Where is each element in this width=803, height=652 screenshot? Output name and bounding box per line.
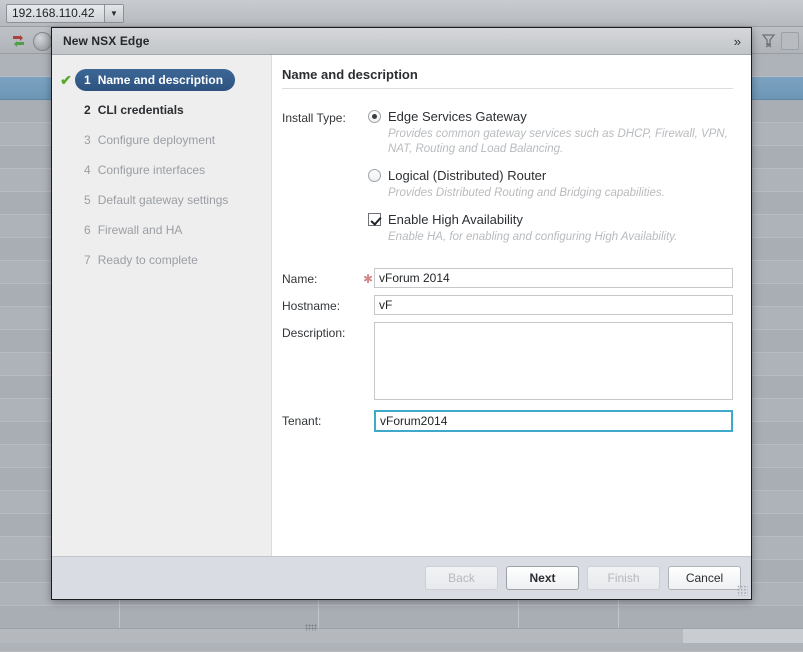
dialog-title: New NSX Edge [63, 34, 731, 48]
step-number: 1 [84, 73, 91, 87]
radio-label: Edge Services Gateway [388, 109, 527, 124]
identity-fields: Name: ✱ Hostname: Description: Tenant: [282, 268, 733, 432]
wizard-content-pane: Name and description Install Type: Edge … [272, 55, 751, 556]
high-availability-description: Enable HA, for enabling and configuring … [388, 230, 733, 245]
sidebar-step-cli-credentials[interactable]: 2 CLI credentials [52, 95, 271, 125]
host-select[interactable]: 192.168.110.42 ▼ [6, 4, 124, 23]
back-button[interactable]: Back [425, 566, 498, 590]
chevron-down-icon[interactable]: ▼ [104, 5, 123, 22]
name-row: Name: ✱ [282, 268, 733, 288]
name-label: Name: [282, 268, 362, 286]
new-nsx-edge-dialog: New NSX Edge » ✔ 1 Name and description … [51, 27, 752, 600]
next-button[interactable]: Next [506, 566, 579, 590]
edge-services-gateway-description: Provides common gateway services such as… [388, 127, 733, 157]
radio-selected-icon[interactable] [368, 110, 381, 123]
cancel-button[interactable]: Cancel [668, 566, 741, 590]
dialog-resize-grip[interactable] [737, 585, 748, 596]
tenant-input[interactable] [374, 410, 733, 432]
page-title: Name and description [282, 67, 733, 88]
install-type-options: Edge Services Gateway Provides common ga… [368, 109, 733, 256]
background-drag-grip[interactable] [305, 624, 317, 631]
step-label: Ready to complete [98, 253, 198, 267]
hostname-row: Hostname: [282, 295, 733, 315]
name-input[interactable] [374, 268, 733, 288]
checkbox-enable-high-availability[interactable]: Enable High Availability [368, 212, 733, 227]
hostname-input[interactable] [374, 295, 733, 315]
description-textarea[interactable] [374, 322, 733, 400]
step-label: Firewall and HA [98, 223, 183, 237]
step-number: 4 [84, 163, 91, 177]
checkbox-checked-icon[interactable] [368, 213, 381, 226]
checkbox-label: Enable High Availability [388, 212, 523, 227]
spacer [362, 295, 374, 299]
spacer [362, 410, 374, 414]
panel-icon[interactable] [781, 32, 799, 50]
sidebar-step-name-and-description[interactable]: ✔ 1 Name and description [52, 65, 271, 95]
step-label: Configure interfaces [98, 163, 205, 177]
step-number: 6 [84, 223, 91, 237]
expand-chevrons-icon[interactable]: » [731, 33, 743, 50]
step-label: Name and description [98, 73, 223, 87]
dialog-titlebar: New NSX Edge » [52, 28, 751, 55]
step-number: 3 [84, 133, 91, 147]
sync-arrows-icon[interactable] [10, 33, 28, 49]
sidebar-step-firewall-and-ha[interactable]: 6 Firewall and HA [52, 215, 271, 245]
title-divider [282, 88, 733, 89]
globe-icon[interactable] [33, 32, 52, 51]
step-number: 7 [84, 253, 91, 267]
step-complete-check-icon: ✔ [57, 73, 75, 87]
step-number: 2 [84, 103, 91, 117]
required-asterisk-icon: ✱ [362, 268, 374, 286]
wizard-steps-sidebar: ✔ 1 Name and description 2 CLI credentia… [52, 55, 272, 556]
description-row: Description: [282, 322, 733, 400]
step-label: Default gateway settings [98, 193, 229, 207]
hostname-label: Hostname: [282, 295, 362, 313]
install-type-row: Install Type: Edge Services Gateway Prov… [282, 109, 733, 256]
install-type-label: Install Type: [282, 109, 368, 256]
tenant-label: Tenant: [282, 410, 362, 428]
description-label: Description: [282, 322, 362, 340]
step-number: 5 [84, 193, 91, 207]
filter-clear-icon[interactable] [761, 33, 777, 48]
background-status-bar-right [683, 629, 803, 643]
sidebar-step-configure-deployment[interactable]: 3 Configure deployment [52, 125, 271, 155]
dialog-footer: Back Next Finish Cancel [52, 556, 751, 599]
tenant-row: Tenant: [282, 410, 733, 432]
radio-logical-distributed-router[interactable]: Logical (Distributed) Router [368, 168, 733, 183]
sidebar-step-default-gateway-settings[interactable]: 5 Default gateway settings [52, 185, 271, 215]
host-select-value: 192.168.110.42 [12, 4, 104, 23]
finish-button[interactable]: Finish [587, 566, 660, 590]
step-label: CLI credentials [98, 103, 184, 117]
step-label: Configure deployment [98, 133, 215, 147]
radio-unselected-icon[interactable] [368, 169, 381, 182]
radio-label: Logical (Distributed) Router [388, 168, 546, 183]
sidebar-step-ready-to-complete[interactable]: 7 Ready to complete [52, 245, 271, 275]
dialog-body: ✔ 1 Name and description 2 CLI credentia… [52, 55, 751, 556]
spacer [362, 322, 374, 326]
radio-edge-services-gateway[interactable]: Edge Services Gateway [368, 109, 733, 124]
sidebar-step-configure-interfaces[interactable]: 4 Configure interfaces [52, 155, 271, 185]
logical-distributed-router-description: Provides Distributed Routing and Bridgin… [388, 186, 733, 201]
